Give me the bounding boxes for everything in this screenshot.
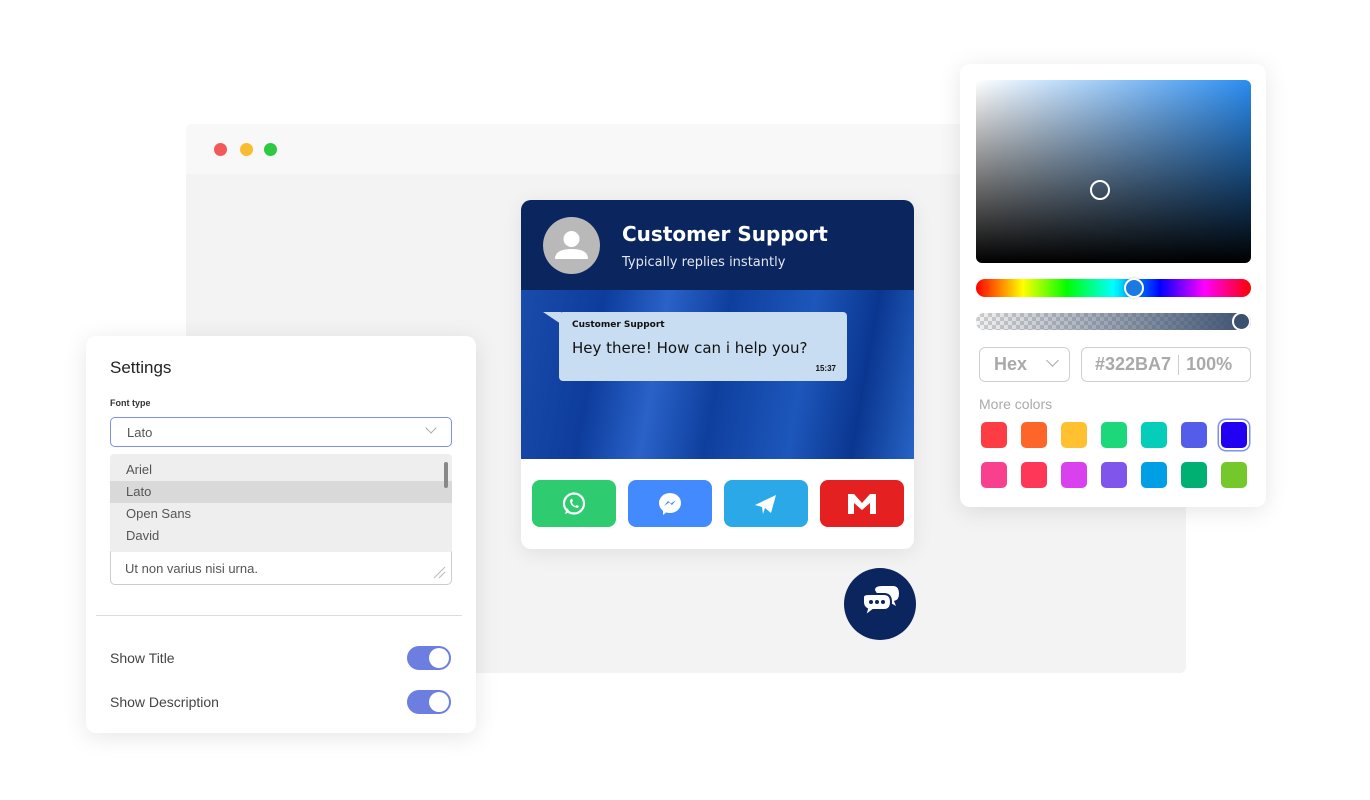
font-option-lato[interactable]: Lato: [110, 481, 452, 503]
chat-widget: Customer Support Typically replies insta…: [521, 200, 914, 549]
messenger-icon: [659, 492, 681, 515]
color-swatch[interactable]: [1021, 422, 1047, 448]
saturation-handle[interactable]: [1090, 180, 1110, 200]
format-value: Hex: [994, 354, 1028, 374]
chevron-down-icon: [1046, 354, 1059, 367]
message-bubble: Customer Support Hey there! How can i he…: [559, 312, 847, 381]
messenger-button[interactable]: [628, 480, 712, 527]
alpha-slider[interactable]: [976, 312, 1251, 331]
telegram-button[interactable]: [724, 480, 808, 527]
description-textarea[interactable]: Ut non varius nisi urna.: [110, 548, 452, 585]
chat-launcher-button[interactable]: [844, 568, 916, 640]
format-select[interactable]: Hex: [979, 347, 1070, 382]
textarea-value: Ut non varius nisi urna.: [125, 561, 258, 576]
color-swatch[interactable]: [981, 462, 1007, 488]
message-text: Hey there! How can i help you?: [572, 339, 808, 357]
show-title-label: Show Title: [110, 650, 175, 666]
hue-slider[interactable]: [976, 278, 1251, 298]
gmail-icon: [848, 493, 876, 514]
chat-subtitle: Typically replies instantly: [622, 255, 786, 270]
more-colors-label: More colors: [979, 396, 1053, 412]
divider: [1178, 354, 1180, 375]
user-icon: [555, 231, 588, 259]
color-swatch[interactable]: [1221, 462, 1247, 488]
color-swatch[interactable]: [1061, 422, 1087, 448]
chevron-down-icon: [425, 422, 437, 434]
hex-value: #322BA7: [1095, 354, 1172, 374]
color-value-input[interactable]: #322BA7 100%: [1081, 347, 1251, 382]
color-swatch[interactable]: [1021, 462, 1047, 488]
settings-title: Settings: [110, 358, 172, 377]
color-swatch[interactable]: [1141, 422, 1167, 448]
opacity-value: 100%: [1186, 354, 1233, 374]
divider: [96, 615, 462, 616]
font-option-ariel[interactable]: Ariel: [110, 459, 452, 481]
chat-bubbles-icon: [862, 586, 899, 619]
alpha-handle[interactable]: [1232, 312, 1251, 331]
show-description-label: Show Description: [110, 694, 219, 710]
font-option-open-sans[interactable]: Open Sans: [110, 503, 452, 525]
avatar: [543, 217, 600, 274]
gmail-button[interactable]: [820, 480, 904, 527]
minimize-window-button[interactable]: [240, 143, 253, 156]
color-picker: Hex #322BA7 100% More colors: [960, 64, 1266, 507]
font-dropdown-list: Ariel Lato Open Sans David: [110, 454, 452, 552]
dropdown-scrollbar[interactable]: [444, 462, 448, 488]
show-title-toggle[interactable]: [407, 646, 451, 670]
toggle-knob: [429, 648, 449, 668]
color-swatch[interactable]: [1061, 462, 1087, 488]
color-swatch[interactable]: [981, 422, 1007, 448]
message-time: 15:37: [815, 364, 836, 373]
settings-panel: Settings Font type Lato Ut non varius ni…: [86, 336, 476, 733]
message-sender: Customer Support: [572, 320, 665, 330]
chat-title: Customer Support: [622, 222, 828, 246]
saturation-area[interactable]: [976, 80, 1251, 263]
toggle-knob: [429, 692, 449, 712]
chat-header: Customer Support Typically replies insta…: [521, 200, 914, 290]
close-window-button[interactable]: [214, 143, 227, 156]
font-option-david[interactable]: David: [110, 525, 452, 547]
color-swatch[interactable]: [1181, 422, 1207, 448]
resize-handle-icon[interactable]: [432, 565, 446, 579]
whatsapp-button[interactable]: [532, 480, 616, 527]
color-swatch[interactable]: [1221, 422, 1247, 448]
show-description-toggle[interactable]: [407, 690, 451, 714]
color-swatch[interactable]: [1101, 462, 1127, 488]
font-type-label: Font type: [110, 398, 151, 408]
font-type-select[interactable]: Lato: [110, 417, 452, 447]
telegram-icon: [755, 494, 776, 514]
color-swatch[interactable]: [1181, 462, 1207, 488]
font-type-value: Lato: [127, 425, 153, 440]
hue-handle[interactable]: [1124, 278, 1144, 298]
color-swatch[interactable]: [1141, 462, 1167, 488]
maximize-window-button[interactable]: [264, 143, 277, 156]
color-swatch[interactable]: [1101, 422, 1127, 448]
whatsapp-icon: [562, 491, 586, 515]
